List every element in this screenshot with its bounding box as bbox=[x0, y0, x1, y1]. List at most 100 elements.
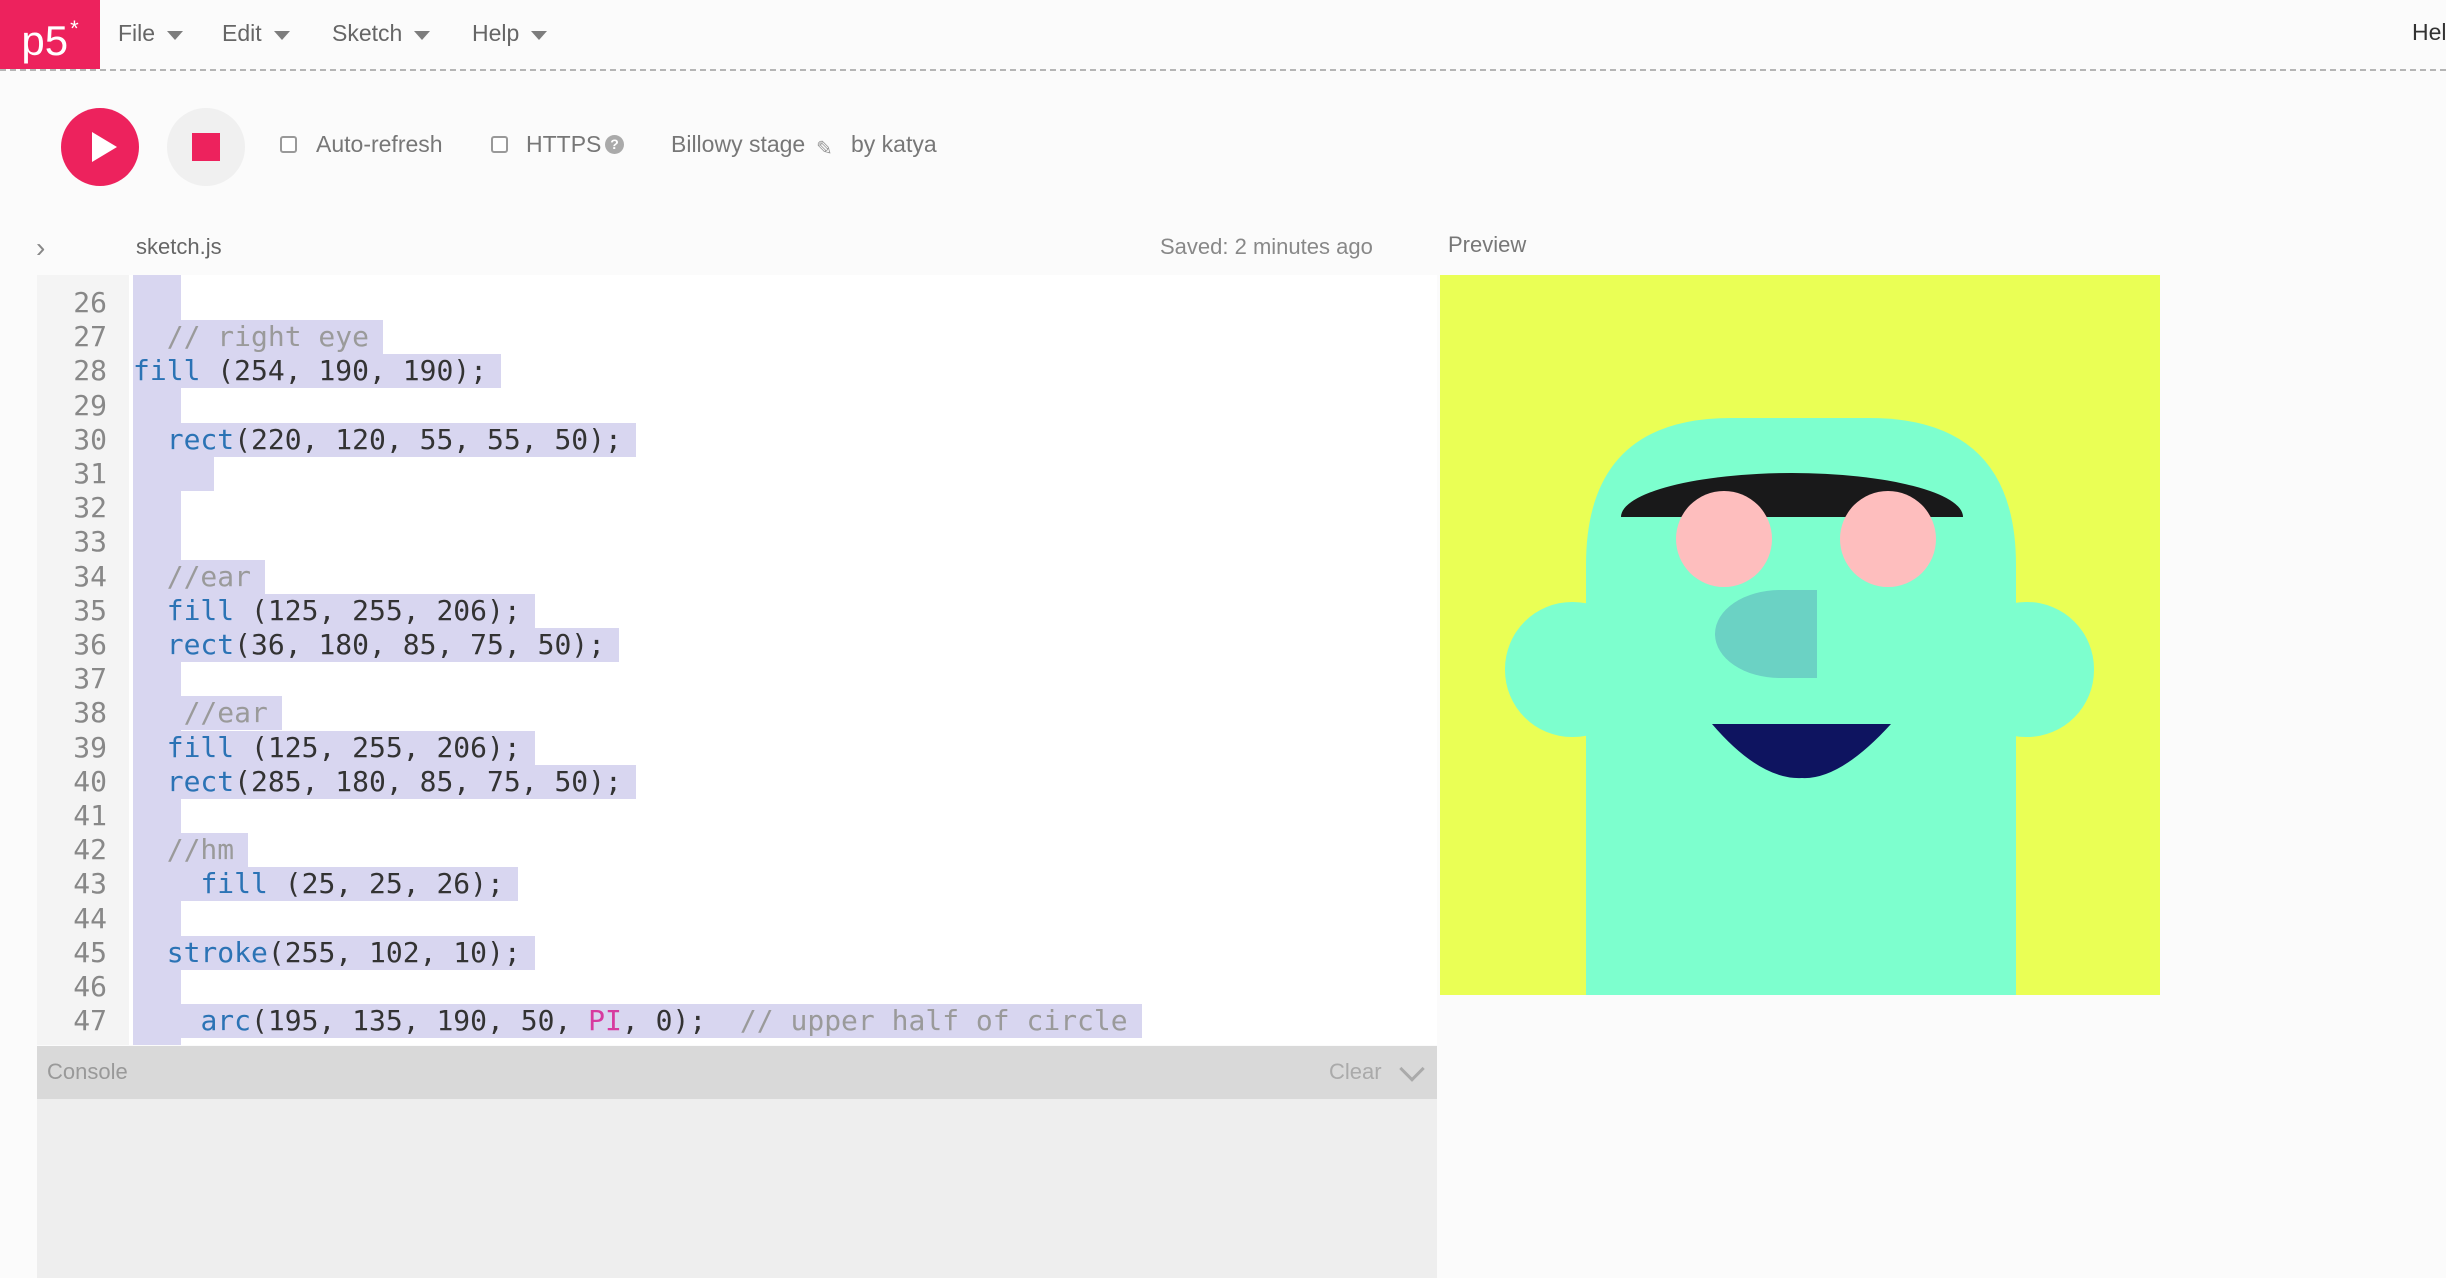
line-number: 26 bbox=[73, 286, 107, 319]
code-text: (195, 135, 190, 50, bbox=[251, 1004, 589, 1038]
code-text: (25, 25, 26); bbox=[267, 867, 504, 901]
line-number: 42 bbox=[73, 833, 107, 867]
line-number: 40 bbox=[73, 764, 107, 798]
sketch-author[interactable]: by katya bbox=[851, 131, 937, 158]
line-number: 41 bbox=[73, 799, 107, 832]
line-number: 28 bbox=[73, 354, 107, 388]
code-keyword: fill bbox=[200, 867, 268, 901]
console-output bbox=[37, 1099, 1437, 1278]
code-text: , 0); bbox=[621, 1004, 740, 1038]
code-line[interactable]: //hm bbox=[133, 833, 249, 868]
line-number: 47 bbox=[73, 1004, 107, 1038]
code-line[interactable]: rect(285, 180, 85, 75, 50); bbox=[133, 764, 636, 799]
stop-button[interactable] bbox=[167, 108, 245, 186]
console-clear-button[interactable]: Clear bbox=[1329, 1059, 1382, 1085]
line-number: 45 bbox=[73, 935, 107, 969]
top-nav: p5* File Edit Sketch Help Hel bbox=[0, 0, 2446, 71]
code-line[interactable]: // right eye bbox=[133, 320, 384, 355]
chevron-down-icon[interactable] bbox=[1399, 1056, 1425, 1082]
preview-canvas[interactable] bbox=[1440, 275, 2160, 995]
p5-logo[interactable]: p5* bbox=[0, 0, 100, 69]
code-line[interactable]: fill (254, 190, 190); bbox=[133, 354, 502, 389]
code-constant: PI bbox=[588, 1004, 622, 1038]
code-comment: //ear bbox=[133, 696, 268, 730]
console-header: Console Clear bbox=[37, 1046, 1437, 1099]
line-number: 29 bbox=[73, 388, 107, 422]
logo-star: * bbox=[70, 16, 79, 41]
line-number: 32 bbox=[73, 491, 107, 525]
menu-sketch[interactable]: Sketch bbox=[332, 0, 431, 66]
code-text: (255, 102, 10); bbox=[267, 935, 521, 969]
code-keyword: fill bbox=[166, 730, 235, 764]
line-number: 31 bbox=[73, 457, 107, 490]
chevron-down-icon bbox=[167, 30, 184, 40]
code-line[interactable]: //ear bbox=[133, 696, 282, 731]
code-keyword: arc bbox=[200, 1004, 252, 1038]
pencil-icon[interactable]: ✎ bbox=[816, 136, 833, 161]
code-line[interactable]: rect(220, 120, 55, 55, 50); bbox=[133, 422, 636, 457]
code-comment: // upper half of circle bbox=[739, 1004, 1128, 1038]
code-line[interactable]: fill (125, 255, 206); bbox=[133, 593, 535, 628]
play-button[interactable] bbox=[61, 108, 139, 186]
menu-file[interactable]: File bbox=[118, 0, 184, 66]
line-number: 43 bbox=[73, 867, 107, 901]
chevron-down-icon bbox=[273, 30, 290, 40]
line-number: 34 bbox=[73, 559, 107, 593]
code-text: (220, 120, 55, 55, 50); bbox=[234, 422, 622, 456]
menu-help[interactable]: Help bbox=[472, 0, 548, 66]
nav-right-link[interactable]: Hel bbox=[2412, 0, 2446, 64]
line-number: 39 bbox=[73, 730, 107, 764]
file-tab[interactable]: sketch.js bbox=[136, 234, 222, 260]
sketch-name[interactable]: Billowy stage bbox=[671, 131, 805, 158]
console-title: Console bbox=[47, 1059, 128, 1084]
line-number: 27 bbox=[73, 320, 107, 354]
code-line[interactable]: arc(195, 135, 190, 50, PI, 0); // upper … bbox=[133, 1004, 1142, 1039]
menu-sketch-label: Sketch bbox=[332, 20, 403, 46]
code-keyword: rect bbox=[166, 422, 235, 456]
code-text: (125, 255, 206); bbox=[234, 730, 521, 764]
code-keyword: fill bbox=[166, 593, 235, 627]
code-line[interactable]: stroke(255, 102, 10); bbox=[133, 935, 535, 970]
code-text: (36, 180, 85, 75, 50); bbox=[234, 628, 606, 661]
saved-status: Saved: 2 minutes ago bbox=[1160, 234, 1373, 259]
line-number: 35 bbox=[73, 593, 107, 627]
code-comment: // right eye bbox=[133, 320, 370, 354]
menu-file-label: File bbox=[118, 20, 156, 46]
auto-refresh-checkbox[interactable] bbox=[280, 136, 297, 153]
code-comment: //ear bbox=[133, 559, 252, 593]
code-line[interactable]: fill (125, 255, 206); bbox=[133, 730, 535, 765]
right-eye bbox=[1840, 491, 1936, 587]
https-checkbox[interactable] bbox=[491, 136, 508, 153]
left-eye bbox=[1676, 491, 1772, 587]
code-keyword: rect bbox=[166, 628, 235, 661]
line-number: 36 bbox=[73, 628, 107, 661]
auto-refresh-label: Auto-refresh bbox=[316, 131, 443, 157]
code-text: (125, 255, 206); bbox=[234, 593, 521, 627]
line-number: 38 bbox=[73, 696, 107, 730]
line-number: 30 bbox=[73, 422, 107, 456]
code-text: (285, 180, 85, 75, 50); bbox=[234, 764, 622, 798]
expand-sidebar-icon[interactable]: › bbox=[36, 232, 45, 264]
line-number: 33 bbox=[73, 525, 107, 559]
line-number: 44 bbox=[73, 901, 107, 935]
code-line[interactable]: fill (25, 25, 26); bbox=[133, 867, 518, 902]
code-line[interactable] bbox=[133, 457, 215, 491]
chevron-down-icon bbox=[531, 30, 548, 40]
code-keyword: rect bbox=[166, 764, 235, 798]
code-line[interactable]: rect(36, 180, 85, 75, 50); bbox=[133, 628, 620, 662]
menu-edit-label: Edit bbox=[222, 20, 262, 46]
menu-edit[interactable]: Edit bbox=[222, 0, 290, 66]
help-icon[interactable]: ? bbox=[605, 135, 624, 154]
code-keyword: fill bbox=[133, 354, 201, 388]
code-line[interactable]: //ear bbox=[133, 559, 266, 594]
code-comment: //hm bbox=[133, 833, 235, 867]
https-label: HTTPS bbox=[526, 131, 602, 157]
